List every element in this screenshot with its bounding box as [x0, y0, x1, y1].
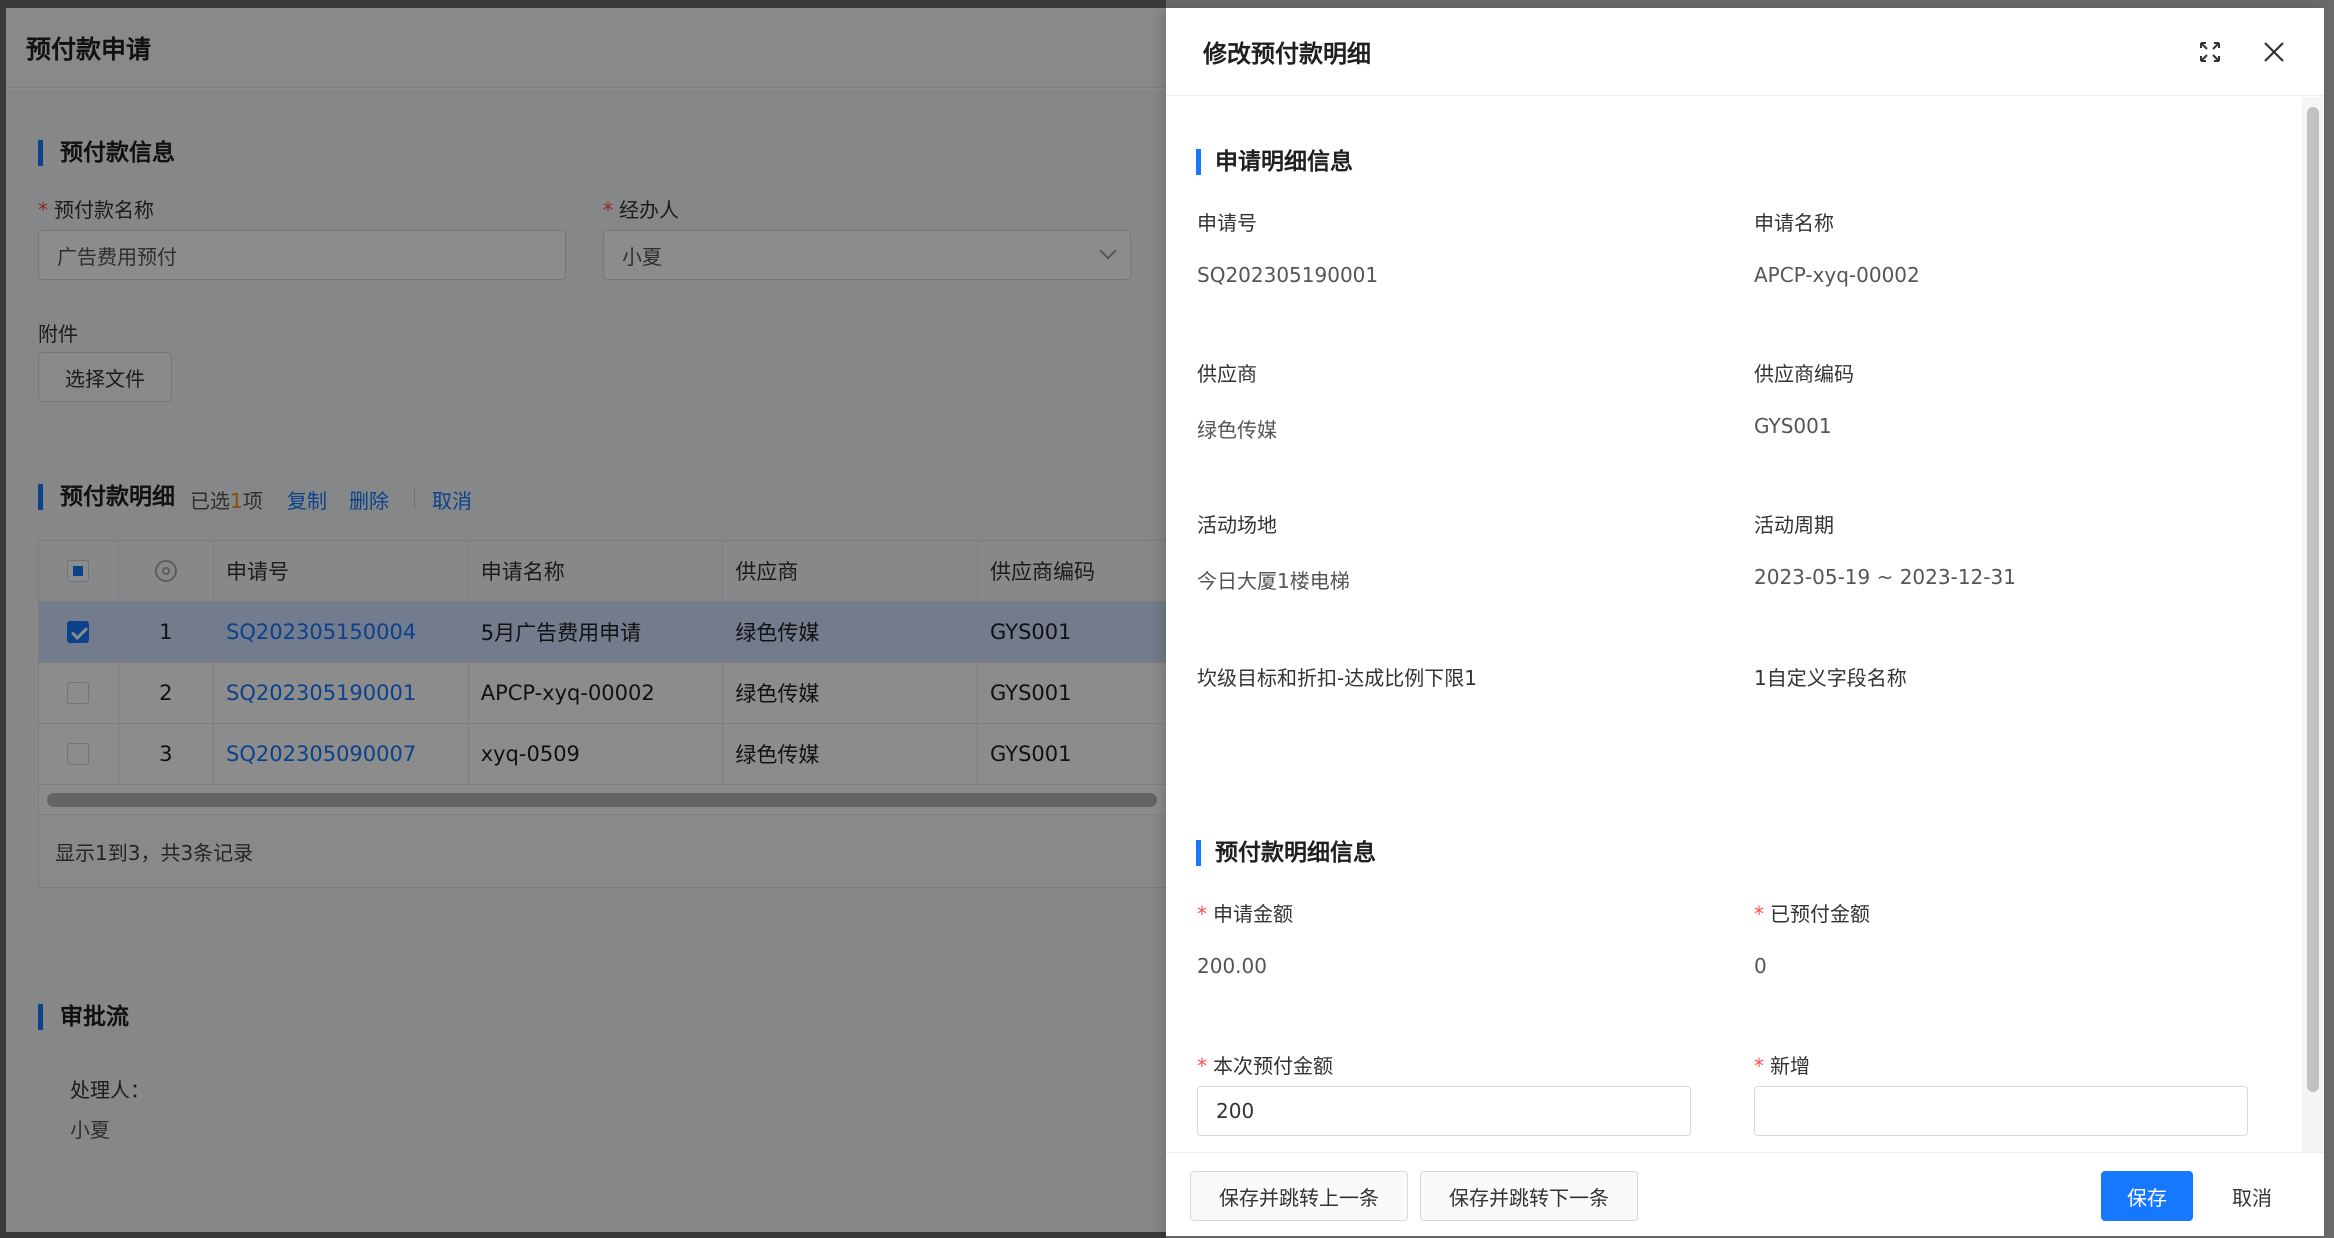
- venue-label: 活动场地: [1197, 513, 1277, 537]
- close-icon[interactable]: [2258, 36, 2290, 68]
- apply-name-label: 申请名称: [1754, 211, 1834, 235]
- drawer-body: 申请明细信息 申请号 SQ202305190001 申请名称 APCP-xyq-…: [1166, 97, 2302, 1152]
- modal-overlay[interactable]: [0, 0, 1166, 1238]
- save-and-next-button[interactable]: 保存并跳转下一条: [1420, 1171, 1638, 1221]
- save-button[interactable]: 保存: [2101, 1171, 2193, 1221]
- apply-detail-section-title: 申请明细信息: [1196, 149, 1353, 175]
- prepayment-detail-section-title: 预付款明细信息: [1196, 840, 1376, 866]
- edit-detail-drawer: 修改预付款明细 申请明细信息 申请号 SQ202305190001 申请名称 A…: [1166, 8, 2324, 1236]
- supplier-value: 绿色传媒: [1197, 418, 1277, 442]
- venue-value: 今日大厦1楼电梯: [1197, 569, 1350, 593]
- drawer-title: 修改预付款明细: [1203, 40, 1371, 68]
- new-field-input[interactable]: [1754, 1086, 2248, 1136]
- current-amount-input[interactable]: 200: [1197, 1086, 1691, 1136]
- apply-no-value: SQ202305190001: [1197, 263, 1379, 287]
- required-mark: *: [1754, 1054, 1764, 1078]
- fullscreen-icon[interactable]: [2194, 36, 2226, 68]
- required-mark: *: [1197, 902, 1207, 926]
- custom-field-1-label: 坎级目标和折扣-达成比例下限1: [1197, 666, 1477, 690]
- drawer-vertical-scrollbar[interactable]: [2302, 97, 2324, 1152]
- prepaid-amount-value: 0: [1754, 954, 1767, 978]
- required-mark: *: [1754, 902, 1764, 926]
- period-value: 2023-05-19 ~ 2023-12-31: [1754, 565, 2016, 589]
- supplier-label: 供应商: [1197, 362, 1257, 386]
- apply-name-value: APCP-xyq-00002: [1754, 263, 1920, 287]
- prepaid-amount-label: * 已预付金额: [1754, 902, 1870, 926]
- apply-no-label: 申请号: [1197, 211, 1257, 235]
- new-field-label: * 新增: [1754, 1054, 1810, 1078]
- period-label: 活动周期: [1754, 513, 1834, 537]
- scrollbar-thumb[interactable]: [2307, 107, 2319, 1092]
- cancel-button[interactable]: 取消: [2206, 1171, 2298, 1221]
- save-and-prev-button[interactable]: 保存并跳转上一条: [1190, 1171, 1408, 1221]
- drawer-footer: 保存并跳转上一条 保存并跳转下一条 保存 取消: [1166, 1152, 2324, 1236]
- apply-amount-label: * 申请金额: [1197, 902, 1293, 926]
- required-mark: *: [1197, 1054, 1207, 1078]
- drawer-header: 修改预付款明细: [1166, 8, 2324, 96]
- current-amount-label: * 本次预付金额: [1197, 1054, 1333, 1078]
- supplier-code-label: 供应商编码: [1754, 362, 1854, 386]
- apply-amount-value: 200.00: [1197, 954, 1267, 978]
- supplier-code-value: GYS001: [1754, 414, 1832, 438]
- custom-field-2-label: 1自定义字段名称: [1754, 666, 1907, 690]
